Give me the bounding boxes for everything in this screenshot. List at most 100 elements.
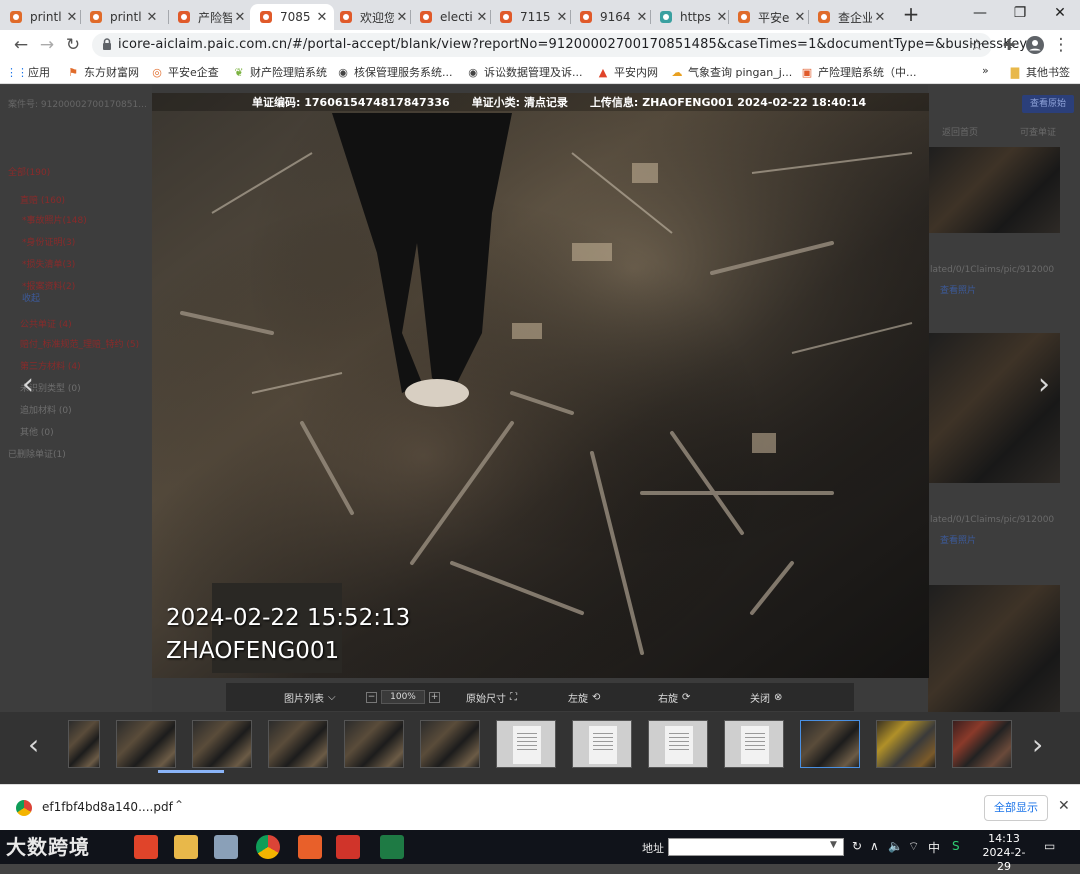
zoom-in-button[interactable]: + [429, 691, 440, 703]
close-tab-icon[interactable]: ✕ [634, 10, 650, 25]
bookmark-item[interactable]: ⋮⋮ 应用 [6, 64, 50, 80]
photo-thumbnail[interactable] [344, 720, 404, 768]
browser-tab[interactable]: 平安e ✕ [728, 4, 812, 30]
taskbar-address-input[interactable] [668, 838, 844, 856]
volume-icon[interactable]: 🔈 [888, 839, 903, 853]
bookmark-item[interactable]: ⚑ 东方财富网 [66, 64, 139, 80]
chrome-taskbar-icon[interactable] [256, 835, 280, 859]
document-thumbnail[interactable] [496, 720, 556, 768]
file-explorer-icon[interactable] [174, 835, 198, 859]
tray-expand-icon[interactable]: ∧ [870, 839, 879, 853]
browser-tab[interactable]: printl ✕ [80, 4, 164, 30]
original-size-button[interactable]: 原始尺寸 ⛶ [466, 690, 517, 705]
forward-icon[interactable]: → [36, 34, 58, 56]
strip-prev-arrow[interactable]: ‹ [28, 730, 39, 760]
category-tree-item[interactable]: *事故照片(148) [22, 213, 87, 226]
browser-tab[interactable]: 查企业 ✕ [808, 4, 892, 30]
close-tab-icon[interactable]: ✕ [394, 10, 410, 25]
refresh-icon[interactable]: ↻ [852, 839, 862, 853]
photo-thumbnail[interactable] [800, 720, 860, 768]
photo-thumbnail[interactable] [268, 720, 328, 768]
bookmark-star-icon[interactable]: ☆ [970, 35, 984, 54]
bookmark-item[interactable]: ◎ 平安e企查 [150, 64, 219, 80]
browser-tab[interactable]: 欢迎您 ✕ [330, 4, 414, 30]
address-dropdown-icon[interactable]: ▼ [830, 840, 837, 850]
close-tab-icon[interactable]: ✕ [792, 10, 808, 25]
browser-tab[interactable]: 9164 ✕ [570, 4, 654, 30]
other-bookmarks[interactable]: ▇ 其他书签 [1008, 64, 1070, 80]
bookmark-item[interactable]: ▣ 产险理赔系统（中... [800, 64, 917, 80]
profile-avatar-icon[interactable] [1024, 34, 1046, 56]
photo-thumbnail[interactable] [952, 720, 1012, 768]
close-download-bar-icon[interactable]: ✕ [1058, 798, 1070, 814]
category-tree-item[interactable]: 公共单证 (4) [20, 317, 72, 330]
bookmarks-overflow-button[interactable]: » [982, 64, 989, 77]
next-photo-arrow[interactable]: › [1038, 370, 1050, 400]
bookmark-item[interactable]: ◉ 诉讼数据管理及诉... [466, 64, 582, 80]
bookmark-item[interactable]: ▲ 平安内网 [596, 64, 658, 80]
mail-app-icon[interactable] [134, 835, 158, 859]
category-tree-item[interactable]: *身份证明(3) [22, 235, 75, 248]
download-file-name[interactable]: ef1fbf4bd8a140....pdf [42, 800, 173, 814]
app-tray-icon[interactable]: S [952, 839, 960, 853]
browser-tab[interactable]: 产险智 ✕ [168, 4, 252, 30]
browser-tab[interactable]: 7085 ✕ [250, 4, 334, 30]
minimize-icon[interactable]: — [960, 0, 1000, 28]
category-tree-item[interactable]: 直赔 (160) [20, 193, 65, 206]
photo-thumbnail[interactable] [116, 720, 176, 768]
close-tab-icon[interactable]: ✕ [872, 10, 888, 25]
view-photo-link[interactable]: 查看照片 [940, 533, 976, 546]
ime-indicator[interactable]: 中 [928, 839, 940, 856]
browser-tab[interactable]: 7115 ✕ [490, 4, 574, 30]
category-tree-item[interactable]: 全部(190) [8, 165, 50, 178]
category-tree-item[interactable]: 收起 [22, 291, 40, 304]
new-tab-button[interactable]: + [900, 4, 922, 26]
zoom-out-button[interactable]: − [366, 691, 377, 703]
photo-thumbnail[interactable] [68, 720, 100, 768]
restore-icon[interactable]: ❐ [1000, 0, 1040, 28]
close-viewer-button[interactable]: 关闭 ⊗ [750, 690, 782, 705]
network-icon[interactable]: ⌔ [908, 839, 919, 854]
close-tab-icon[interactable]: ✕ [64, 10, 80, 25]
rotate-left-button[interactable]: 左旋 ⟲ [568, 690, 600, 705]
close-tab-icon[interactable]: ✕ [144, 10, 160, 25]
rotate-right-button[interactable]: 右旋 ⟳ [658, 690, 690, 705]
bookmark-item[interactable]: ◉ 核保管理服务系统... [336, 64, 452, 80]
app-icon[interactable] [336, 835, 360, 859]
document-thumbnail[interactable] [648, 720, 708, 768]
viewable-docs-link[interactable]: 可查单证 [1020, 125, 1056, 138]
chevron-up-icon[interactable]: ⌃ [174, 798, 184, 812]
close-tab-icon[interactable]: ✕ [314, 10, 330, 25]
category-tree-item[interactable]: 赔付_标准规范_理赔_特约 (5) [20, 337, 139, 350]
photo-list-button[interactable]: 图片列表 ⌵ [284, 690, 336, 705]
close-tab-icon[interactable]: ✕ [232, 10, 248, 25]
browser-tab[interactable]: https ✕ [650, 4, 734, 30]
app-icon[interactable] [214, 835, 238, 859]
back-icon[interactable]: ← [10, 34, 32, 56]
back-home-link[interactable]: 返回首页 [942, 125, 978, 138]
document-thumbnail[interactable] [572, 720, 632, 768]
browser-menu-icon[interactable]: ⋮ [1050, 34, 1072, 56]
close-tab-icon[interactable]: ✕ [554, 10, 570, 25]
app-icon[interactable] [298, 835, 322, 859]
browser-tab[interactable]: electi ✕ [410, 4, 494, 30]
close-window-icon[interactable]: ✕ [1040, 0, 1080, 28]
photo-thumbnail[interactable] [192, 720, 252, 768]
taskbar-clock[interactable]: 14:13 2024-2-29 [976, 832, 1032, 874]
notification-icon[interactable]: ▭ [1044, 839, 1055, 853]
category-tree-item[interactable]: 其他 (0) [20, 425, 54, 438]
bookmark-item[interactable]: ❦ 财产险理赔系统 [232, 64, 327, 80]
address-bar[interactable]: icore-aiclaim.paic.com.cn/#/portal-accep… [92, 33, 1038, 57]
category-tree-item[interactable]: *损失清单(3) [22, 257, 75, 270]
preview-photo[interactable] [928, 147, 1060, 233]
extensions-icon[interactable]: ✚ [998, 34, 1020, 56]
show-all-downloads-button[interactable]: 全部显示 [984, 795, 1048, 821]
strip-next-arrow[interactable]: › [1032, 730, 1043, 760]
photo-thumbnail[interactable] [876, 720, 936, 768]
preview-photo[interactable] [928, 333, 1060, 483]
browser-tab[interactable]: printl ✕ [0, 4, 84, 30]
view-original-button[interactable]: 查看原始 [1022, 95, 1074, 113]
close-tab-icon[interactable]: ✕ [474, 10, 490, 25]
excel-icon[interactable] [380, 835, 404, 859]
category-tree-item[interactable]: 已删除单证(1) [8, 447, 66, 460]
